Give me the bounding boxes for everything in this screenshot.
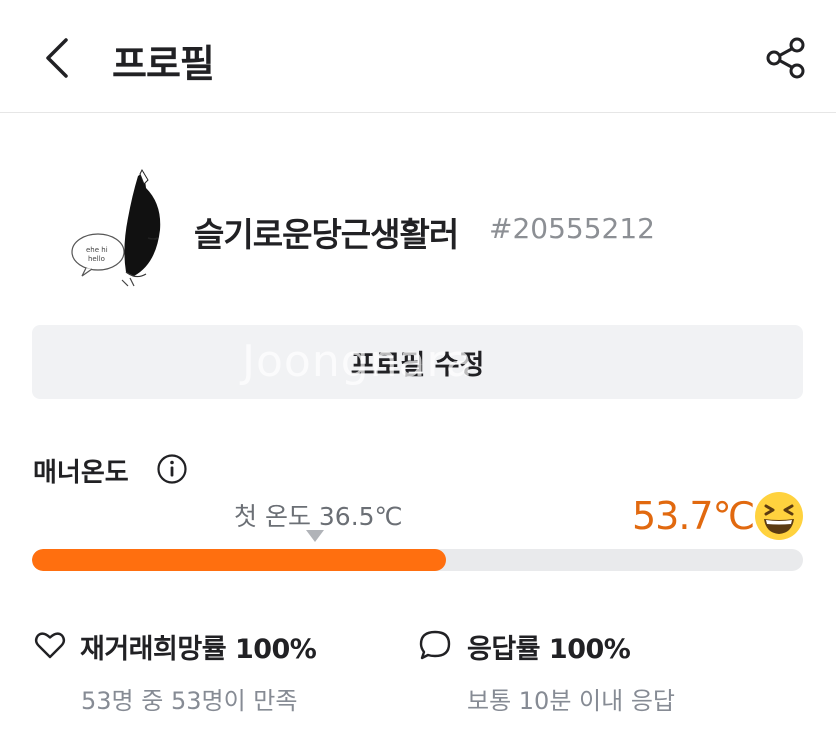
page-title: 프로필 <box>112 42 215 86</box>
heart-icon <box>34 632 66 659</box>
response-time: 보통 10분 이내 응답 <box>467 687 675 715</box>
svg-text:hello: hello <box>88 255 105 263</box>
first-temperature-label: 첫 온도 36.5℃ <box>234 502 403 531</box>
speech-bubble-icon <box>419 630 451 660</box>
manner-temperature-value: 53.7℃ <box>632 494 755 538</box>
cartoon-avatar-image: ehe hi hello <box>71 168 161 287</box>
user-id: #20555212 <box>489 212 655 245</box>
manner-temperature-bar-fill <box>32 549 447 571</box>
svg-text:ehe hi: ehe hi <box>86 246 108 254</box>
manner-temperature-bar <box>32 549 803 571</box>
chevron-left-icon <box>46 38 68 78</box>
app-header: 프로필 <box>0 0 836 113</box>
share-button[interactable] <box>762 34 810 82</box>
info-button[interactable] <box>156 453 188 485</box>
share-icon <box>766 37 805 79</box>
edit-profile-button[interactable]: 프로필 수정 <box>32 325 803 399</box>
avatar[interactable]: ehe hi hello <box>56 168 178 290</box>
back-button[interactable] <box>38 34 78 82</box>
first-temperature-marker <box>306 530 324 542</box>
grinning-squint-emoji-icon <box>754 491 804 541</box>
response-rate: 응답률 100% <box>467 634 631 665</box>
retrade-rate: 재거래희망률 100% <box>80 634 317 665</box>
retrade-satisfaction: 53명 중 53명이 만족 <box>81 687 298 715</box>
nickname: 슬기로운당근생활러 <box>194 215 459 254</box>
info-icon <box>157 454 187 484</box>
manner-temperature-label: 매너온도 <box>33 458 129 488</box>
